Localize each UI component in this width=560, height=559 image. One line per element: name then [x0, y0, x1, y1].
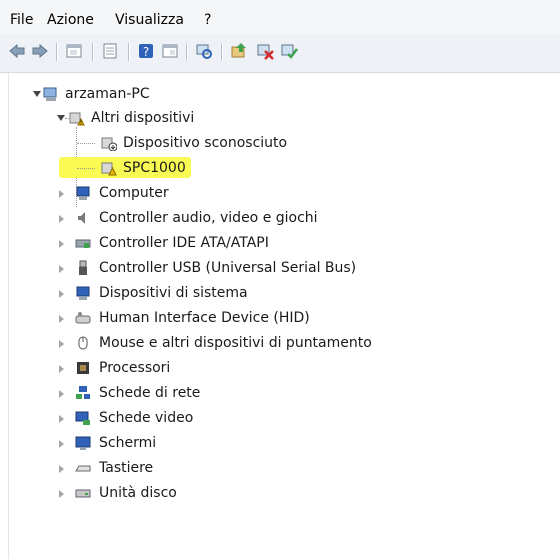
expand-arrow-icon[interactable] — [57, 115, 65, 121]
speaker-icon — [75, 210, 91, 226]
expand-arrow-icon[interactable] — [33, 91, 41, 97]
menu-file[interactable]: File — [10, 11, 33, 29]
device-tree: arzaman-PC ! Altri dispositivi Dispositi… — [8, 73, 560, 559]
tree-item-label: Schede video — [99, 410, 194, 426]
toolbar: ? — [0, 34, 560, 73]
processor-icon — [75, 360, 91, 376]
expand-arrow-icon[interactable] — [59, 365, 64, 373]
forward-icon[interactable] — [31, 42, 49, 60]
tree-item-mouse[interactable]: Mouse e altri dispositivi di puntamento — [9, 332, 549, 354]
expand-arrow-icon[interactable] — [59, 240, 64, 248]
enable-device-icon[interactable] — [280, 42, 298, 60]
unknown-device-icon: ! — [69, 110, 85, 127]
tree-item-label: Mouse e altri dispositivi di puntamento — [99, 335, 372, 351]
tree-root-label: arzaman-PC — [65, 86, 150, 102]
show-hide-tree-icon[interactable] — [65, 42, 83, 60]
tree-item-label: Unità disco — [99, 485, 177, 501]
ide-controller-icon — [75, 235, 91, 251]
tree-item-spc1000[interactable]: SPC1000 — [9, 157, 549, 179]
expand-arrow-icon[interactable] — [59, 340, 64, 348]
usb-icon — [75, 260, 91, 276]
tree-item-label: Schede di rete — [99, 385, 201, 401]
update-driver-icon[interactable] — [230, 42, 248, 60]
tree-root[interactable]: arzaman-PC — [9, 83, 549, 105]
tree-item-tastiere[interactable]: Tastiere — [9, 457, 549, 479]
tree-item-sistema[interactable]: Dispositivi di sistema — [9, 282, 549, 304]
display-adapter-icon — [75, 410, 91, 426]
tree-item-unita-disco[interactable]: Unità disco — [9, 482, 549, 504]
tree-item-dispositivo-sconosciuto[interactable]: Dispositivo sconosciuto — [9, 132, 549, 154]
tree-item-ide[interactable]: Controller IDE ATA/ATAPI — [9, 232, 549, 254]
tree-item-label: Controller IDE ATA/ATAPI — [99, 235, 269, 251]
expand-arrow-icon[interactable] — [59, 265, 64, 273]
svg-text:!: ! — [80, 120, 82, 126]
network-icon — [75, 385, 91, 401]
toolbar-separator — [186, 43, 188, 61]
tree-item-label: Controller USB (Universal Serial Bus) — [99, 260, 357, 276]
tree-item-label: Dispositivi di sistema — [99, 285, 248, 301]
computer-icon — [75, 185, 91, 201]
expand-arrow-icon[interactable] — [59, 490, 64, 498]
expand-arrow-icon[interactable] — [59, 415, 64, 423]
warning-device-icon — [101, 160, 117, 176]
tree-item-processori[interactable]: Processori — [9, 357, 549, 379]
help-icon[interactable]: ? — [137, 42, 155, 60]
tree-item-rete[interactable]: Schede di rete — [9, 382, 549, 404]
tree-item-label: Tastiere — [99, 460, 154, 476]
properties-icon[interactable] — [101, 42, 119, 60]
tree-connector — [77, 168, 95, 169]
tree-connector — [77, 143, 95, 144]
hid-icon — [75, 310, 91, 326]
menu-bar: File Azione Visualizza ? — [0, 0, 560, 34]
menu-visualizza[interactable]: Visualizza — [115, 11, 184, 29]
disable-device-icon[interactable] — [256, 42, 274, 60]
scan-hardware-icon[interactable] — [195, 42, 213, 60]
expand-arrow-icon[interactable] — [59, 465, 64, 473]
tree-item-label: Human Interface Device (HID) — [99, 310, 310, 326]
toolbar-separator — [56, 43, 58, 61]
toolbar-separator — [128, 43, 130, 61]
expand-arrow-icon[interactable] — [59, 290, 64, 298]
tree-item-audio[interactable]: Controller audio, video e giochi — [9, 207, 549, 229]
tree-item-schermi[interactable]: Schermi — [9, 432, 549, 454]
unknown-device-icon — [101, 135, 118, 152]
expand-arrow-icon[interactable] — [59, 440, 64, 448]
tree-item-label: Processori — [99, 360, 171, 376]
keyboard-icon — [75, 460, 91, 476]
tree-item-video[interactable]: Schede video — [9, 407, 549, 429]
svg-text:?: ? — [143, 45, 149, 59]
tree-item-label: Computer — [99, 185, 169, 201]
tree-item-usb[interactable]: Controller USB (Universal Serial Bus) — [9, 257, 549, 279]
computer-icon — [43, 86, 59, 102]
menu-help[interactable]: ? — [204, 11, 211, 29]
view-icon[interactable] — [161, 42, 179, 60]
mouse-icon — [75, 335, 91, 351]
back-icon[interactable] — [8, 42, 26, 60]
monitor-icon — [75, 435, 91, 451]
expand-arrow-icon[interactable] — [59, 190, 64, 198]
expand-arrow-icon[interactable] — [59, 390, 64, 398]
tree-item-label: SPC1000 — [123, 160, 186, 176]
tree-item-computer[interactable]: Computer — [9, 182, 549, 204]
expand-arrow-icon[interactable] — [59, 215, 64, 223]
system-icon — [75, 285, 91, 301]
expand-arrow-icon[interactable] — [59, 315, 64, 323]
tree-item-label: Altri dispositivi — [91, 110, 195, 126]
tree-item-hid[interactable]: Human Interface Device (HID) — [9, 307, 549, 329]
menu-azione[interactable]: Azione — [47, 11, 94, 29]
toolbar-separator — [92, 43, 94, 61]
toolbar-separator — [221, 43, 223, 61]
tree-item-label: Schermi — [99, 435, 157, 451]
tree-item-label: Dispositivo sconosciuto — [123, 135, 288, 151]
tree-item-label: Controller audio, video e giochi — [99, 210, 318, 226]
tree-item-altri-dispositivi[interactable]: ! Altri dispositivi — [9, 107, 549, 129]
disk-drive-icon — [75, 485, 91, 501]
